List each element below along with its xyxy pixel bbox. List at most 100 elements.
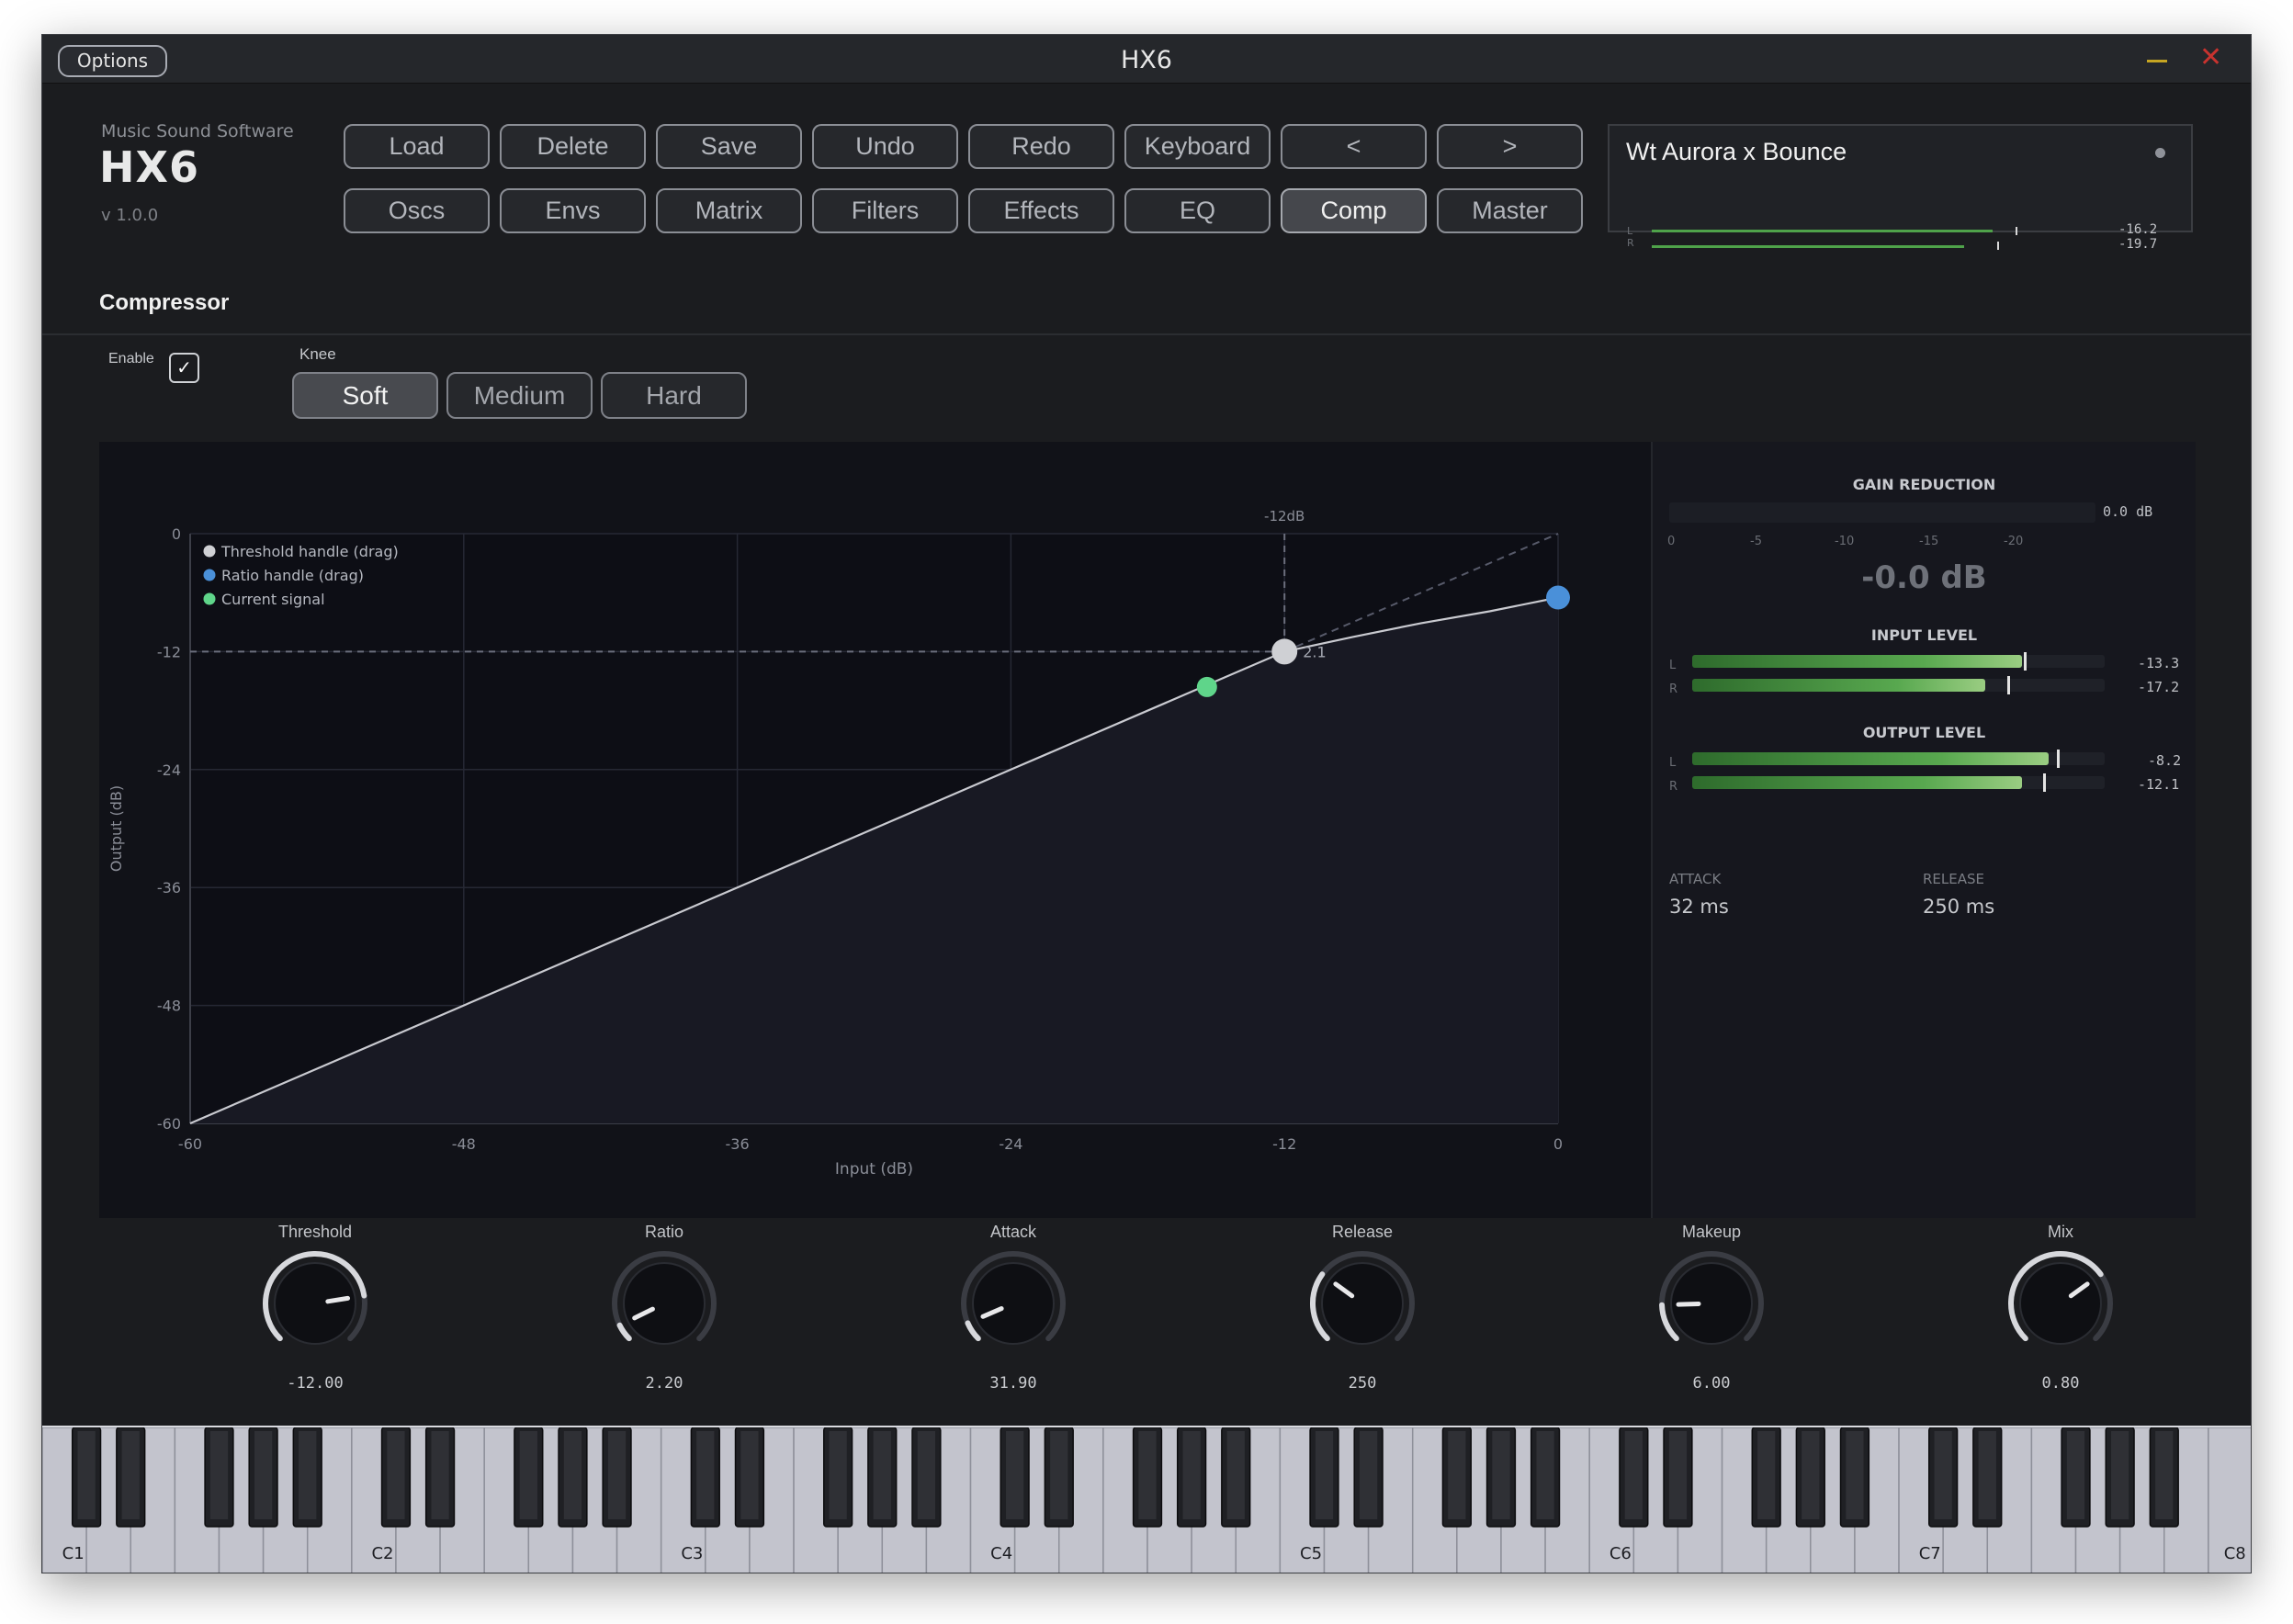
black-key-shine	[1978, 1431, 1996, 1519]
preset-meter-right-bar	[1652, 245, 1964, 248]
transfer-curve-chart[interactable]: -12dB 2.1 -60 -48 -36 -24 -12 0 0 -12 -24 -36 -48 -60…	[99, 442, 1651, 1218]
ratio-knob-label: Ratio	[644, 1223, 684, 1241]
toolbar-button-row1-4[interactable]: Redo	[968, 124, 1114, 169]
attack-knob[interactable]	[958, 1248, 1068, 1359]
gr-scale-0: 0	[1667, 535, 1676, 548]
black-key-shine	[1138, 1431, 1157, 1519]
compressor-graph-panel: -12dB 2.1 -60 -48 -36 -24 -12 0 0 -12 -24 -36 -48 -60…	[99, 442, 2196, 1218]
enable-checkbox[interactable]: ✓	[169, 353, 199, 383]
toolbar-button-row1-1[interactable]: Delete	[500, 124, 646, 169]
x-tick-1: -48	[452, 1135, 476, 1153]
toolbar-button-row2-7[interactable]: Master	[1437, 188, 1583, 233]
app-logo: HX6	[99, 142, 199, 192]
preset-meter-left-peak	[2016, 227, 2017, 235]
black-key-shine	[2111, 1431, 2129, 1519]
legend-swatch-0	[203, 545, 216, 558]
window-title: HX6	[1121, 46, 1172, 74]
minimize-icon[interactable]	[2147, 60, 2167, 62]
ratio-knob[interactable]	[609, 1248, 719, 1359]
threshold-knob[interactable]	[260, 1248, 370, 1359]
attack-knob-label: Attack	[989, 1223, 1037, 1241]
black-key-shine	[873, 1431, 891, 1519]
toolbar-button-row1-5[interactable]: Keyboard	[1124, 124, 1271, 169]
knee-soft-button[interactable]: Soft	[292, 372, 438, 419]
attack-knob-value: 31.90	[989, 1374, 1037, 1393]
preset-meter-right-peak	[1997, 242, 1999, 250]
ratio-knob-group: Ratio 2.20	[582, 1223, 747, 1393]
release-knob-label: Release	[1331, 1223, 1394, 1241]
black-key-shine	[1448, 1431, 1466, 1519]
makeup-knob[interactable]	[1656, 1248, 1767, 1359]
output-right-label: R	[1669, 780, 1678, 794]
legend-label-1: Ratio handle (drag)	[221, 567, 364, 584]
release-knob[interactable]	[1307, 1248, 1418, 1359]
black-key-shine	[2155, 1431, 2174, 1519]
release-knob-body	[1321, 1262, 1404, 1345]
input-right-meter	[1692, 676, 2105, 694]
toolbar-button-row2-3[interactable]: Filters	[812, 188, 958, 233]
gain-reduction-heading: GAIN REDUCTION	[1852, 476, 1996, 493]
threshold-handle[interactable]	[1271, 638, 1298, 665]
black-key-shine	[563, 1431, 582, 1519]
y-axis-label: Output (dB)	[107, 785, 125, 872]
ratio-knob-value-arc	[616, 1322, 632, 1342]
input-right-label: R	[1669, 682, 1678, 696]
y-tick-3: -36	[157, 879, 181, 897]
piano-keyboard[interactable]: C1 C2 C3 C4 C5 C6 C7 C8	[42, 1426, 2252, 1573]
close-icon[interactable]: ✕	[2199, 43, 2222, 73]
black-key-shine	[299, 1431, 317, 1519]
ratio-knob-body	[623, 1262, 706, 1345]
company-name: Music Sound Software	[101, 121, 294, 141]
toolbar-button-row1-6[interactable]: <	[1281, 124, 1427, 169]
ratio-handle[interactable]	[1546, 585, 1570, 610]
legend-swatch-1	[203, 569, 216, 581]
output-right-fill	[1692, 776, 2023, 789]
preset-meter-left-value: -16.2	[2118, 222, 2158, 237]
mix-knob[interactable]	[2005, 1248, 2116, 1359]
toolbar-button-row1-2[interactable]: Save	[656, 124, 802, 169]
black-key-shine	[1492, 1431, 1510, 1519]
toolbar-button-row1-7[interactable]: >	[1437, 124, 1583, 169]
octave-label-c4: C4	[990, 1544, 1012, 1563]
toolbar-button-row1-0[interactable]: Load	[344, 124, 490, 169]
black-key-shine	[1934, 1431, 1952, 1519]
toolbar-button-row2-2[interactable]: Matrix	[656, 188, 802, 233]
attack-readout: 32 ms	[1669, 896, 1729, 918]
x-tick-2: -36	[726, 1135, 750, 1153]
ratio-knob-value: 2.20	[645, 1374, 683, 1393]
toolbar-button-row2-6[interactable]: Comp	[1281, 188, 1427, 233]
makeup-knob-label: Makeup	[1681, 1223, 1742, 1241]
toolbar-button-row2-0[interactable]: Oscs	[344, 188, 490, 233]
output-level-heading: OUTPUT LEVEL	[1862, 724, 1986, 741]
preset-meter-right-label: R	[1627, 237, 1634, 249]
input-right-value: -17.2	[2138, 679, 2180, 695]
y-tick-0: 0	[172, 525, 181, 543]
x-axis-label: Input (dB)	[835, 1160, 913, 1179]
preset-display[interactable]: Wt Aurora x Bounce L R -16.2 -19.7	[1608, 124, 2193, 252]
legend-swatch-2	[203, 592, 216, 605]
toolbar-button-row2-5[interactable]: EQ	[1124, 188, 1271, 233]
octave-label-c3: C3	[681, 1544, 703, 1563]
knee-hard-button[interactable]: Hard	[601, 372, 747, 419]
current-signal-dot	[1196, 676, 1217, 697]
knee-medium-button[interactable]: Medium	[446, 372, 593, 419]
toolbar-button-row2-1[interactable]: Envs	[500, 188, 646, 233]
mix-knob-label: Mix	[2048, 1223, 2073, 1241]
release-caption: RELEASE	[1923, 871, 1984, 887]
mix-knob-body	[2019, 1262, 2102, 1345]
y-tick-5: -60	[157, 1115, 181, 1133]
octave-label-c5: C5	[1300, 1544, 1322, 1563]
x-tick-5: 0	[1553, 1135, 1563, 1153]
mix-knob-group: Mix 0.80	[1978, 1223, 2143, 1393]
output-left-label: L	[1669, 756, 1677, 770]
y-tick-1: -12	[157, 643, 181, 660]
black-key-shine	[431, 1431, 449, 1519]
gain-reduction-value: 0.0 dB	[2103, 503, 2153, 520]
octave-label-c6: C6	[1610, 1544, 1632, 1563]
input-right-fill	[1692, 679, 1985, 692]
checkmark-icon: ✓	[176, 356, 192, 378]
toolbar-button-row2-4[interactable]: Effects	[968, 188, 1114, 233]
input-right-peak	[2007, 676, 2011, 694]
toolbar-button-row1-3[interactable]: Undo	[812, 124, 958, 169]
output-right-value: -12.1	[2138, 776, 2180, 793]
